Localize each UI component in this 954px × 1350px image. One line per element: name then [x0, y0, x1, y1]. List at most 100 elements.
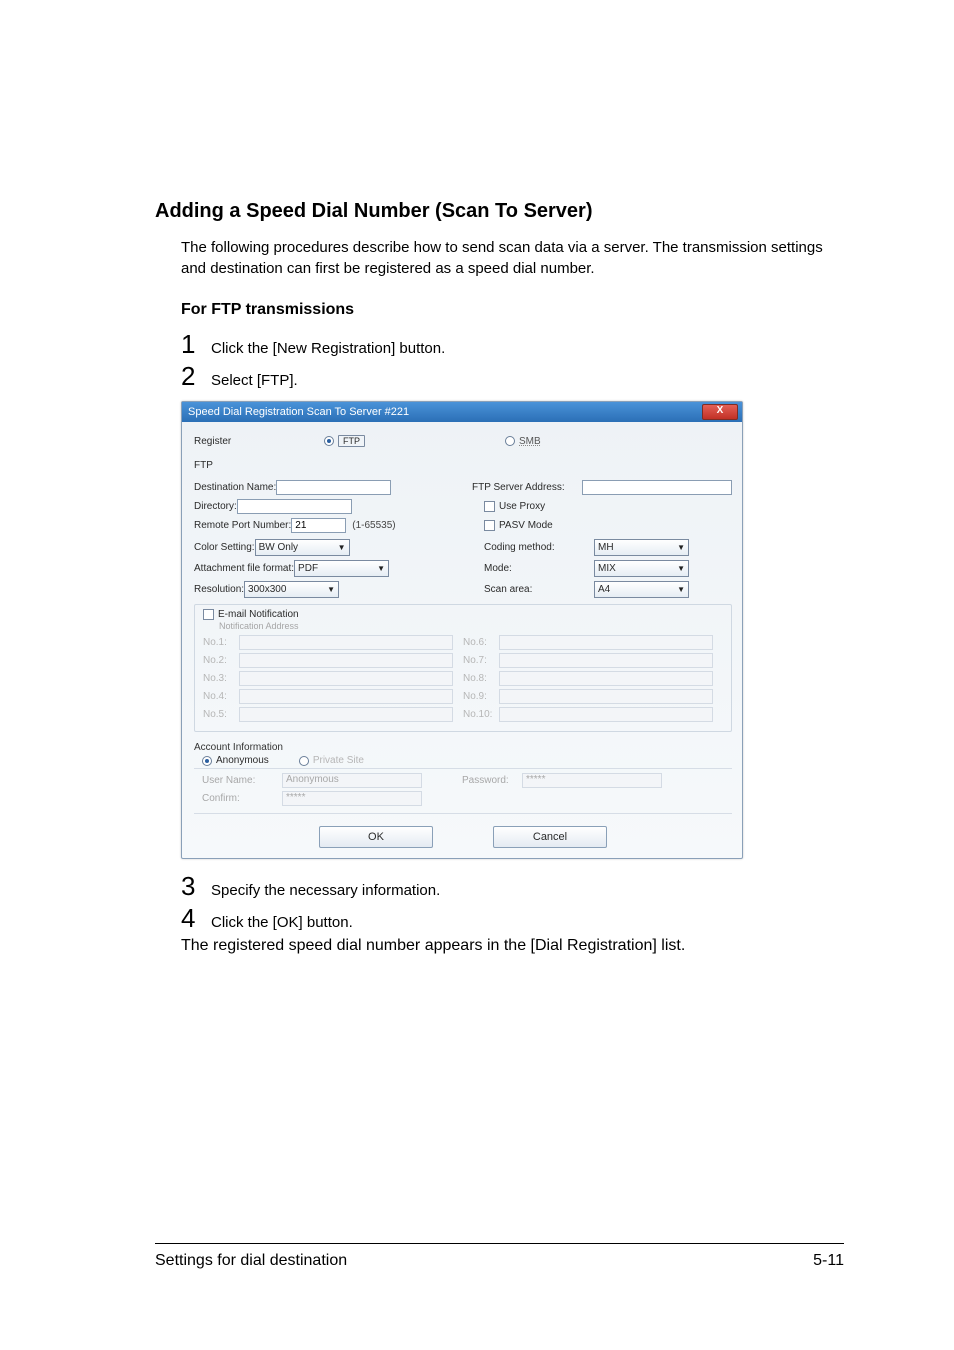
- attachment-label: Attachment file format:: [194, 563, 294, 574]
- confirm-field: *****: [282, 791, 422, 806]
- notif-label: No.3:: [203, 673, 239, 684]
- notif-input: [499, 671, 713, 686]
- ok-button[interactable]: OK: [319, 826, 433, 848]
- destination-name-input[interactable]: [276, 480, 391, 495]
- scan-area-value: A4: [598, 584, 610, 595]
- close-button[interactable]: X: [702, 404, 738, 420]
- notif-input: [499, 707, 713, 722]
- private-site-label: Private Site: [313, 755, 364, 766]
- use-proxy-checkbox[interactable]: Use Proxy: [484, 501, 545, 512]
- register-label: Register: [194, 436, 324, 447]
- notif-label: No.8:: [463, 673, 499, 684]
- remote-port-label: Remote Port Number:: [194, 520, 291, 531]
- directory-input[interactable]: [237, 499, 352, 514]
- notif-input: [499, 635, 713, 650]
- mode-select[interactable]: MIX ▼: [594, 560, 689, 577]
- footer-page-number: 5-11: [813, 1252, 844, 1270]
- notif-input: [239, 707, 453, 722]
- remote-port-range: (1-65535): [352, 520, 395, 531]
- registration-dialog: Speed Dial Registration Scan To Server #…: [181, 401, 743, 859]
- chevron-down-icon: ▼: [677, 543, 685, 552]
- color-setting-value: BW Only: [259, 542, 298, 553]
- smb-radio[interactable]: SMB: [505, 436, 541, 447]
- notif-input: [499, 653, 713, 668]
- step-followup-text: The registered speed dial number appears…: [181, 937, 844, 955]
- notif-input: [239, 671, 453, 686]
- mode-label: Mode:: [484, 563, 594, 574]
- color-setting-select[interactable]: BW Only ▼: [255, 539, 350, 556]
- pasv-checkbox[interactable]: PASV Mode: [484, 520, 553, 531]
- chevron-down-icon: ▼: [327, 585, 335, 594]
- remote-port-input[interactable]: [291, 518, 346, 533]
- notif-label: No.1:: [203, 637, 239, 648]
- notification-address-sublabel: Notification Address: [219, 621, 723, 631]
- attachment-value: PDF: [298, 563, 318, 574]
- step-text: Click the [New Registration] button.: [211, 338, 445, 359]
- ftp-server-label: FTP Server Address:: [472, 482, 582, 493]
- checkbox-icon: [484, 520, 495, 531]
- section-title: Adding a Speed Dial Number (Scan To Serv…: [181, 200, 844, 223]
- private-site-radio[interactable]: Private Site: [299, 755, 364, 766]
- subheading: For FTP transmissions: [181, 301, 844, 319]
- anonymous-radio[interactable]: Anonymous: [202, 755, 269, 766]
- use-proxy-label: Use Proxy: [499, 501, 545, 512]
- chevron-down-icon: ▼: [377, 564, 385, 573]
- notif-label: No.2:: [203, 655, 239, 666]
- color-setting-label: Color Setting:: [194, 542, 255, 553]
- ftp-server-input[interactable]: [582, 480, 732, 495]
- mode-value: MIX: [598, 563, 616, 574]
- cancel-button[interactable]: Cancel: [493, 826, 607, 848]
- directory-label: Directory:: [194, 501, 237, 512]
- dialog-titlebar: Speed Dial Registration Scan To Server #…: [182, 402, 742, 422]
- chevron-down-icon: ▼: [338, 543, 346, 552]
- intro-paragraph: The following procedures describe how to…: [181, 237, 844, 279]
- notif-label: No.10:: [463, 709, 499, 720]
- destination-name-label: Destination Name:: [194, 482, 276, 493]
- attachment-select[interactable]: PDF ▼: [294, 560, 389, 577]
- chevron-down-icon: ▼: [677, 564, 685, 573]
- username-field: Anonymous: [282, 773, 422, 788]
- resolution-select[interactable]: 300x300 ▼: [244, 581, 339, 598]
- notif-input: [239, 635, 453, 650]
- notif-label: No.5:: [203, 709, 239, 720]
- radio-icon: [505, 436, 515, 446]
- scan-area-select[interactable]: A4 ▼: [594, 581, 689, 598]
- radio-icon: [299, 756, 309, 766]
- ftp-section-name: FTP: [194, 460, 324, 471]
- password-field: *****: [522, 773, 662, 788]
- chevron-down-icon: ▼: [677, 585, 685, 594]
- resolution-label: Resolution:: [194, 584, 244, 595]
- checkbox-icon: [484, 501, 495, 512]
- anonymous-label: Anonymous: [216, 755, 269, 766]
- email-notification-label: E-mail Notification: [218, 609, 299, 620]
- notif-label: No.6:: [463, 637, 499, 648]
- resolution-value: 300x300: [248, 584, 286, 595]
- password-label: Password:: [462, 775, 522, 786]
- step-text: Select [FTP].: [211, 370, 298, 391]
- radio-selected-icon: [202, 756, 212, 766]
- step-text: Specify the necessary information.: [211, 880, 440, 901]
- step-number: 1: [181, 331, 211, 357]
- notif-input: [499, 689, 713, 704]
- username-label: User Name:: [202, 775, 282, 786]
- confirm-label: Confirm:: [202, 793, 282, 804]
- scan-area-label: Scan area:: [484, 584, 594, 595]
- pasv-label: PASV Mode: [499, 520, 553, 531]
- ftp-radio[interactable]: FTP: [324, 435, 365, 447]
- smb-label: SMB: [519, 436, 541, 447]
- notif-label: No.9:: [463, 691, 499, 702]
- step-number: 4: [181, 905, 211, 931]
- coding-method-select[interactable]: MH ▼: [594, 539, 689, 556]
- notif-input: [239, 653, 453, 668]
- step-text: Click the [OK] button.: [211, 912, 353, 933]
- coding-method-value: MH: [598, 542, 614, 553]
- step-number: 2: [181, 363, 211, 389]
- ftp-chip-label: FTP: [338, 435, 365, 447]
- radio-selected-icon: [324, 436, 334, 446]
- coding-method-label: Coding method:: [484, 542, 594, 553]
- email-notification-checkbox[interactable]: [203, 609, 214, 620]
- footer-section-title: Settings for dial destination: [155, 1252, 347, 1270]
- email-notification-group: E-mail Notification Notification Address…: [194, 604, 732, 732]
- step-number: 3: [181, 873, 211, 899]
- dialog-title: Speed Dial Registration Scan To Server #…: [188, 406, 702, 418]
